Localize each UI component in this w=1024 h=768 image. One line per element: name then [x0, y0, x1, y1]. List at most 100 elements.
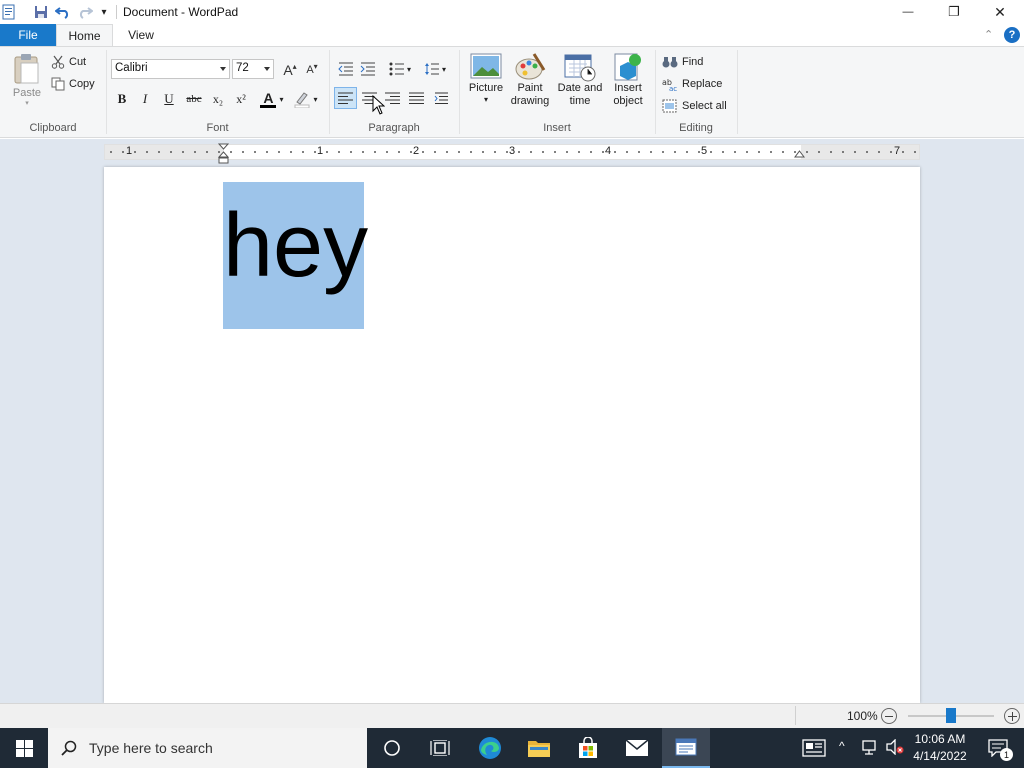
close-button[interactable]: ✕ [977, 0, 1023, 24]
align-right-icon [385, 92, 400, 104]
task-view-icon [430, 740, 450, 756]
cortana-button[interactable] [368, 728, 416, 768]
cut-label: Cut [69, 56, 87, 68]
news-widget-button[interactable] [790, 728, 838, 768]
insert-object-button[interactable]: Insert object [606, 52, 650, 118]
paste-icon [14, 54, 39, 84]
tab-home[interactable]: Home [56, 24, 113, 47]
select-all-button[interactable]: Select all [662, 97, 727, 115]
volume-muted-icon[interactable] [886, 738, 904, 758]
replace-icon: abac [662, 78, 677, 91]
document-text[interactable]: hey [223, 182, 368, 306]
decrease-indent-icon [338, 62, 353, 76]
paragraph-icon [434, 92, 448, 104]
svg-text:ac: ac [669, 85, 677, 91]
tab-file[interactable]: File [0, 24, 56, 46]
status-divider [795, 706, 796, 725]
increase-indent-button[interactable] [358, 59, 378, 79]
ruler-number: 1 [316, 145, 325, 157]
zoom-out-button[interactable] [881, 708, 897, 724]
bullet-list-icon [389, 62, 404, 76]
paint-drawing-button[interactable]: Paint drawing [507, 52, 553, 118]
maximize-button[interactable]: ❐ [931, 0, 977, 24]
show-hidden-icons-chevron-icon[interactable]: ^ [839, 739, 845, 753]
search-placeholder: Type here to search [89, 740, 213, 756]
ruler-number: 4 [604, 145, 613, 157]
redo-icon[interactable] [76, 3, 94, 21]
tab-view[interactable]: View [118, 24, 164, 46]
edge-browser-icon [479, 737, 501, 759]
date-and-time-button[interactable]: Date and time [555, 52, 605, 118]
font-size-select[interactable]: 72 [232, 59, 274, 79]
network-icon[interactable] [862, 740, 880, 759]
line-spacing-button[interactable]: ▾ [421, 59, 449, 79]
zoom-in-button[interactable] [1004, 708, 1020, 724]
picture-button[interactable]: Picture ▾ [465, 52, 507, 118]
notification-count-badge: 1 [1000, 748, 1013, 761]
paste-label: Paste [12, 87, 42, 99]
paste-dropdown-icon: ▾ [25, 100, 29, 107]
align-left-button[interactable] [334, 87, 357, 109]
increase-indent-icon [360, 62, 375, 76]
customize-quick-access-icon[interactable]: ▾ [95, 3, 113, 21]
action-center-button[interactable]: 1 [976, 728, 1020, 768]
taskbar-edge-button[interactable] [466, 728, 514, 768]
collapse-ribbon-icon[interactable]: ⌃ [984, 28, 993, 41]
bullets-button[interactable]: ▾ [384, 59, 416, 79]
strikethrough-button[interactable]: abc [182, 88, 206, 110]
text-color-button[interactable]: A ▾ [256, 87, 288, 111]
paste-button[interactable]: Paste ▾ [8, 52, 46, 108]
font-family-select[interactable]: Calibri [111, 59, 230, 79]
replace-button[interactable]: ab ac Replace [662, 75, 722, 93]
help-icon[interactable]: ? [1004, 27, 1020, 43]
taskbar-mail-button[interactable] [613, 728, 661, 768]
wordpad-app-icon[interactable] [0, 3, 18, 21]
task-view-button[interactable] [416, 728, 464, 768]
undo-icon[interactable] [54, 3, 72, 21]
first-line-indent-marker[interactable] [217, 143, 230, 168]
group-separator [737, 50, 738, 134]
chevron-down-icon: ▾ [313, 94, 318, 104]
justify-button[interactable] [405, 87, 428, 109]
insert-object-label-line2: object [613, 95, 643, 107]
decrease-indent-button[interactable] [336, 59, 356, 79]
paragraph-settings-button[interactable] [430, 87, 453, 109]
paint-palette-icon [515, 53, 546, 80]
zoom-slider-thumb[interactable] [946, 708, 956, 723]
superscript-button[interactable]: x² [230, 88, 252, 110]
underline-button[interactable]: U [158, 88, 180, 110]
align-left-icon [338, 92, 353, 104]
copy-icon [51, 77, 65, 91]
picture-icon [470, 53, 502, 79]
shrink-font-button[interactable]: A ▾ [302, 59, 322, 81]
binoculars-icon [662, 57, 678, 68]
zoom-level: 100% [847, 709, 878, 723]
taskbar-wordpad-button[interactable] [662, 728, 710, 768]
scissors-icon [51, 55, 65, 69]
insert-group-label: Insert [543, 122, 571, 134]
start-button[interactable] [0, 728, 48, 768]
find-button[interactable]: Find [662, 53, 703, 71]
grow-font-button[interactable]: A ▴ [280, 59, 300, 81]
highlight-color-button[interactable]: ▾ [290, 87, 322, 111]
subscript-button[interactable]: x₂ [207, 88, 229, 110]
font-family-value: Calibri [115, 62, 148, 74]
taskbar-store-button[interactable] [564, 728, 612, 768]
minimize-icon: — [902, 6, 914, 18]
taskbar-clock[interactable]: 10:06 AM 4/14/2022 [908, 731, 972, 765]
save-icon[interactable] [32, 3, 50, 21]
cut-button[interactable]: Cut [51, 53, 86, 71]
right-indent-marker[interactable] [794, 149, 805, 163]
ruler-number: 5 [700, 145, 709, 157]
insert-object-label-line1: Insert [614, 82, 642, 94]
datetime-label-line2: time [569, 95, 591, 107]
copy-button[interactable]: Copy [51, 75, 95, 93]
plus-icon [1007, 711, 1017, 721]
italic-button[interactable]: I [134, 88, 156, 110]
chevron-down-icon: ▾ [406, 64, 411, 74]
taskbar-search-box[interactable]: Type here to search [48, 728, 367, 768]
chevron-down-icon [220, 67, 226, 71]
minimize-button[interactable]: — [885, 0, 931, 24]
taskbar-file-explorer-button[interactable] [515, 728, 563, 768]
bold-button[interactable]: B [111, 88, 133, 110]
